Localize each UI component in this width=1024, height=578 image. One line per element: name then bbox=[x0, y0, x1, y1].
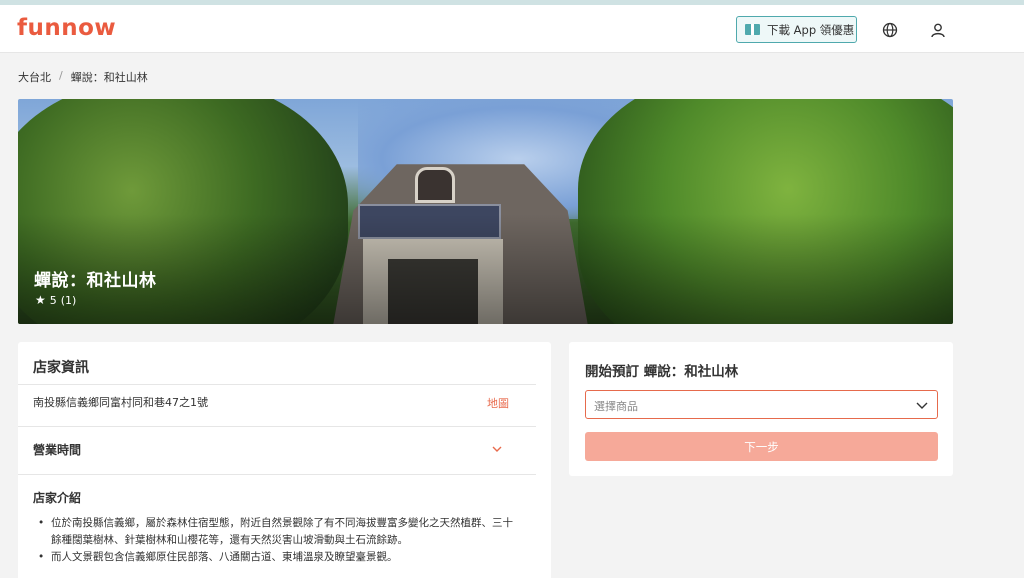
breadcrumb-item-store[interactable]: 蟬說：和社山林 bbox=[71, 69, 148, 85]
divider bbox=[18, 426, 536, 427]
store-info-title: 店家資訊 bbox=[33, 360, 89, 376]
store-address: 南投縣信義鄉同富村同和巷47之1號 bbox=[33, 396, 208, 409]
store-info-card: 店家資訊 南投縣信義鄉同富村同和巷47之1號 地圖 營業時間 店家介紹 位於南投… bbox=[18, 342, 551, 578]
booking-card: 開始預訂 蟬說：和社山林 選擇商品 下一步 bbox=[569, 342, 953, 476]
booking-title: 開始預訂 蟬說：和社山林 bbox=[585, 364, 739, 380]
divider bbox=[18, 474, 536, 475]
rating-value: 5 bbox=[49, 293, 57, 307]
opening-hours-toggle[interactable]: 營業時間 bbox=[33, 441, 81, 458]
divider bbox=[18, 384, 536, 385]
globe-icon[interactable] bbox=[882, 22, 898, 38]
store-intro-list: 位於南投縣信義鄉，屬於森林住宿型態，附近自然景觀除了有不同海拔豐富多變化之天然植… bbox=[33, 515, 523, 566]
list-item: 而人文景觀包含信義鄉原住民部落、八通關古道、東埔溫泉及瞭望臺景觀。 bbox=[33, 549, 523, 566]
review-count: (1) bbox=[60, 293, 77, 307]
download-app-label: 下載 App 領優惠 bbox=[767, 22, 855, 37]
user-icon[interactable] bbox=[930, 22, 946, 38]
star-icon: ★ bbox=[35, 293, 46, 307]
list-item: 位於南投縣信義鄉，屬於森林住宿型態，附近自然景觀除了有不同海拔豐富多變化之天然植… bbox=[33, 515, 523, 549]
store-rating[interactable]: ★ 5 (1) bbox=[35, 293, 76, 307]
hero-building-window bbox=[415, 167, 455, 203]
chevron-down-icon[interactable] bbox=[492, 444, 502, 454]
site-header: funnow 下載 App 領優惠 bbox=[0, 5, 1024, 53]
next-step-button[interactable]: 下一步 bbox=[585, 432, 938, 461]
gift-icon bbox=[745, 24, 760, 35]
store-title: 蟬說：和社山林 bbox=[34, 271, 157, 291]
breadcrumb-item-region[interactable]: 大台北 bbox=[18, 69, 51, 85]
funnow-logo[interactable]: funnow bbox=[17, 15, 116, 41]
breadcrumb: 大台北 / 蟬說：和社山林 bbox=[18, 69, 148, 85]
store-intro-title: 店家介紹 bbox=[33, 491, 82, 505]
hero-banner: 蟬說：和社山林 ★ 5 (1) bbox=[18, 99, 953, 324]
map-link[interactable]: 地圖 bbox=[487, 395, 509, 411]
product-select[interactable]: 選擇商品 bbox=[585, 390, 938, 419]
chevron-down-icon bbox=[916, 402, 928, 409]
hero-gradient-overlay bbox=[18, 214, 953, 324]
download-app-button[interactable]: 下載 App 領優惠 bbox=[736, 16, 857, 43]
product-select-placeholder: 選擇商品 bbox=[594, 400, 638, 413]
breadcrumb-separator: / bbox=[59, 69, 63, 82]
